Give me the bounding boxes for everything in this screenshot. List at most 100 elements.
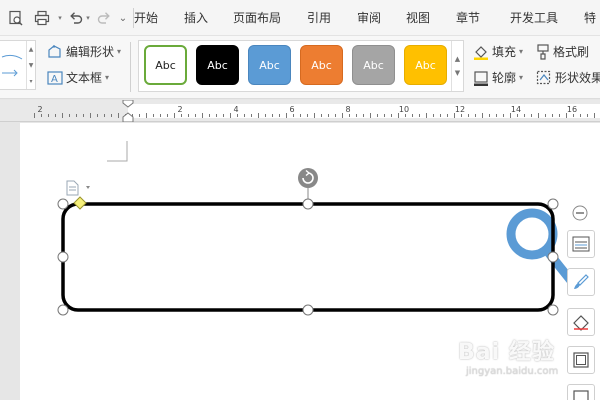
ruler-tick — [195, 114, 196, 117]
ruler-tick — [41, 114, 42, 117]
style-gallery-scroll[interactable]: ▲ ▼ — [451, 41, 463, 91]
ruler-label: 8 — [345, 105, 351, 114]
ruler-tick — [468, 114, 469, 117]
shape-effects-icon — [536, 70, 551, 84]
format-painter-button[interactable]: 格式刷 — [536, 43, 589, 60]
ruler-tick — [335, 114, 336, 117]
resize-handle-left[interactable] — [57, 251, 69, 263]
style-swatch-black[interactable]: Abc — [196, 45, 239, 85]
ruler-label: 10 — [398, 105, 410, 114]
resize-handle-bottom[interactable] — [302, 304, 314, 316]
chevron-down-icon: ▾ — [519, 73, 524, 82]
style-swatch-label: Abc — [207, 58, 228, 72]
edit-shape-label: 编辑形状 — [66, 45, 115, 59]
ruler-tick — [356, 114, 357, 117]
ruler-tick — [216, 114, 217, 117]
print-preview-icon[interactable] — [6, 8, 26, 28]
style-swatch-white[interactable]: Abc — [144, 45, 187, 85]
outline-side-button[interactable] — [567, 308, 595, 336]
ruler-tick — [426, 113, 427, 118]
edit-shape-icon — [48, 44, 61, 58]
style-swatch-yellow[interactable]: Abc — [404, 45, 447, 85]
ruler-tick — [209, 114, 210, 117]
resize-handle-top-left[interactable] — [57, 198, 69, 210]
menu-bar: ▾ ▾ ⌄ 开始 插入 页面布局 引用 审阅 视图 章节 开发工具 特 — [0, 0, 600, 36]
collapse-toolbar-icon[interactable] — [572, 205, 588, 221]
tab-developer[interactable]: 开发工具 — [510, 9, 558, 26]
ruler-tick — [62, 113, 63, 118]
resize-handle-bottom-left[interactable] — [57, 304, 69, 316]
ruler-tick — [475, 114, 476, 117]
shape-gallery-stub[interactable]: ▲ ▼ ▾ — [0, 40, 36, 90]
resize-handle-top-right[interactable] — [547, 198, 559, 210]
ruler-tick — [244, 114, 245, 117]
tab-review[interactable]: 审阅 — [357, 9, 381, 26]
indent-marker-icon[interactable] — [122, 100, 134, 122]
ruler-tick — [314, 113, 315, 118]
text-box-button[interactable]: A 文本框 ▾ — [47, 69, 109, 86]
ruler-label: 2 — [177, 105, 183, 114]
tab-insert[interactable]: 插入 — [184, 9, 208, 26]
ruler-tick — [489, 114, 490, 117]
shape-style-side-button[interactable] — [567, 230, 595, 258]
rotate-handle-icon[interactable] — [298, 168, 318, 188]
border-frame-icon — [573, 352, 589, 368]
ruler-tick — [496, 114, 497, 117]
ruler-label: 6 — [289, 105, 295, 114]
border-side-button[interactable] — [567, 346, 595, 374]
resize-handle-top[interactable] — [302, 198, 314, 210]
ruler-label: 4 — [233, 105, 239, 114]
outline-icon — [474, 70, 488, 86]
ruler-tick — [83, 114, 84, 117]
fill-button[interactable]: 填充 ▾ — [473, 43, 523, 60]
horizontal-ruler[interactable]: 2 2 4 6 8 10 12 14 16 — [0, 100, 600, 122]
more-options-icon — [573, 390, 589, 400]
print-icon[interactable] — [28, 8, 56, 28]
ruler-tick — [174, 113, 175, 118]
shape-gallery-scroll[interactable]: ▲ ▼ ▾ — [26, 41, 35, 89]
edit-shape-button[interactable]: 编辑形状 ▾ — [47, 43, 121, 60]
ruler-tick — [118, 113, 119, 118]
chevron-down-icon: ▾ — [117, 47, 122, 56]
fill-side-button[interactable] — [567, 268, 595, 296]
ruler-tick — [321, 114, 322, 117]
style-swatch-label: Abc — [363, 58, 384, 72]
style-swatch-gray[interactable]: Abc — [352, 45, 395, 85]
outline-button[interactable]: 轮廓 ▾ — [473, 69, 523, 86]
ruler-label: 14 — [510, 105, 522, 114]
ruler-tick — [573, 114, 574, 117]
text-box-label: 文本框 — [66, 71, 103, 85]
ruler-tick — [237, 114, 238, 117]
tab-sections[interactable]: 章节 — [456, 9, 480, 26]
ruler-tick — [552, 114, 553, 117]
watermark-logo: Bai 经验 — [458, 340, 555, 365]
ruler-tick — [167, 114, 168, 117]
print-dropdown-caret-icon[interactable]: ▾ — [56, 8, 64, 28]
style-swatch-orange[interactable]: Abc — [300, 45, 343, 85]
resize-handle-right[interactable] — [547, 251, 559, 263]
fill-label: 填充 — [492, 45, 517, 59]
tab-special[interactable]: 特 — [584, 9, 596, 26]
ruler-tick — [587, 114, 588, 117]
undo-icon[interactable] — [66, 8, 86, 28]
style-swatch-blue[interactable]: Abc — [248, 45, 291, 85]
tab-view[interactable]: 视图 — [406, 9, 430, 26]
ruler-tick — [559, 114, 560, 117]
ruler-tick — [90, 113, 91, 118]
undo-dropdown-caret-icon[interactable]: ▾ — [84, 8, 92, 28]
ruler-tick — [230, 113, 231, 118]
tab-home[interactable]: 开始 — [134, 9, 158, 26]
resize-handle-bottom-right[interactable] — [547, 304, 559, 316]
paint-brush-icon — [574, 274, 589, 289]
shape-style-icon — [572, 236, 590, 252]
more-side-button[interactable] — [567, 384, 595, 400]
tab-page-layout[interactable]: 页面布局 — [233, 9, 281, 26]
tab-references[interactable]: 引用 — [307, 9, 331, 26]
ruler-tick — [97, 114, 98, 117]
customize-toolbar-icon[interactable]: ⌄ — [116, 8, 130, 28]
ruler-tick — [545, 114, 546, 117]
shape-effects-button[interactable]: 形状效果 — [536, 69, 600, 86]
redo-icon[interactable] — [94, 8, 114, 28]
ruler-tick — [370, 113, 371, 118]
ruler-tick — [251, 114, 252, 117]
